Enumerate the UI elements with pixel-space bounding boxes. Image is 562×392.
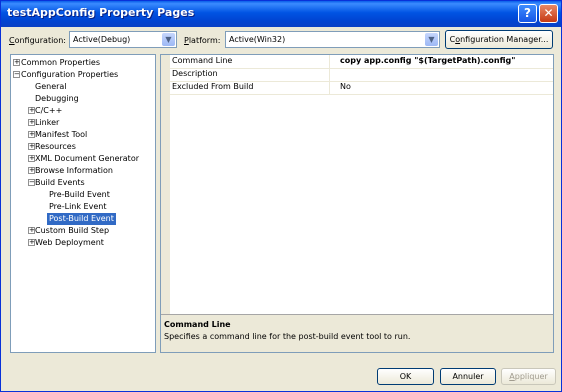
tree-item[interactable]: Pre-Build Event	[49, 189, 110, 201]
expand-icon[interactable]: +	[28, 227, 35, 234]
chevron-down-icon[interactable]: ▼	[425, 33, 438, 46]
tree-item[interactable]: XML Document Generator	[35, 153, 139, 165]
configuration-dropdown[interactable]: Active(Debug) ▼	[69, 31, 177, 48]
configuration-value: Active(Debug)	[73, 35, 131, 44]
platform-dropdown[interactable]: Active(Win32) ▼	[225, 31, 440, 48]
expand-icon[interactable]: +	[28, 119, 35, 126]
property-name: Description	[172, 69, 218, 78]
tree-item[interactable]: C/C++	[35, 105, 62, 117]
description-text: Specifies a command line for the post-bu…	[164, 332, 411, 341]
title-bar[interactable]: testAppConfig Property Pages ? ✕	[1, 1, 561, 27]
tree-item[interactable]: Debugging	[35, 93, 79, 105]
expand-icon[interactable]: +	[13, 59, 20, 66]
expand-icon[interactable]: +	[28, 131, 35, 138]
property-value[interactable]: No	[340, 82, 351, 91]
tree-item[interactable]: Web Deployment	[35, 237, 104, 249]
platform-value: Active(Win32)	[229, 35, 286, 44]
expand-icon[interactable]: +	[28, 239, 35, 246]
grid-row[interactable]: Command Line copy app.config "$(TargetPa…	[170, 55, 553, 69]
expand-icon[interactable]: +	[28, 143, 35, 150]
property-grid: Command Line copy app.config "$(TargetPa…	[160, 54, 554, 353]
property-tree[interactable]: + Common Properties − Configuration Propert…	[10, 54, 156, 353]
tree-item[interactable]: Build Events	[35, 177, 85, 189]
tree-item[interactable]: Browse Information	[35, 165, 113, 177]
close-button[interactable]: ✕	[539, 4, 558, 23]
chevron-down-icon[interactable]: ▼	[162, 33, 175, 46]
expand-icon[interactable]: +	[28, 155, 35, 162]
tree-item[interactable]: Pre-Link Event	[49, 201, 106, 213]
property-name: Excluded From Build	[172, 82, 254, 91]
tree-item[interactable]: Common Properties	[21, 57, 100, 69]
tree-item[interactable]: Linker	[35, 117, 59, 129]
expand-icon[interactable]: +	[28, 107, 35, 114]
apply-button[interactable]: Appliquer	[501, 368, 556, 385]
property-value[interactable]: copy app.config "$(TargetPath).config"	[340, 56, 515, 65]
description-panel: Command Line Specifies a command line fo…	[161, 314, 553, 352]
expand-icon[interactable]: +	[28, 167, 35, 174]
description-title: Command Line	[164, 320, 231, 329]
tree-item[interactable]: General	[35, 81, 67, 93]
grid-row[interactable]: Excluded From Build No	[170, 81, 553, 95]
collapse-icon[interactable]: −	[13, 71, 20, 78]
tree-item[interactable]: Resources	[35, 141, 76, 153]
ok-button[interactable]: OK	[377, 368, 434, 385]
help-button[interactable]: ?	[518, 4, 537, 23]
tree-item[interactable]: Manifest Tool	[35, 129, 87, 141]
grid-margin	[161, 55, 170, 352]
grid-row[interactable]: Description	[170, 68, 553, 82]
property-name: Command Line	[172, 56, 233, 65]
platform-label: Platform:	[184, 36, 221, 45]
collapse-icon[interactable]: −	[28, 179, 35, 186]
tree-item[interactable]: Configuration Properties	[21, 69, 118, 81]
tree-item[interactable]: Post-Build Event	[47, 213, 116, 225]
window-title: testAppConfig Property Pages	[7, 6, 195, 19]
property-pages-window: testAppConfig Property Pages ? ✕ Configu…	[0, 0, 562, 392]
configuration-label: Configuration:	[9, 36, 66, 45]
cancel-button[interactable]: Annuler	[440, 368, 496, 385]
configuration-manager-button[interactable]: Configuration Manager...	[445, 30, 553, 49]
tree-item[interactable]: Custom Build Step	[35, 225, 109, 237]
